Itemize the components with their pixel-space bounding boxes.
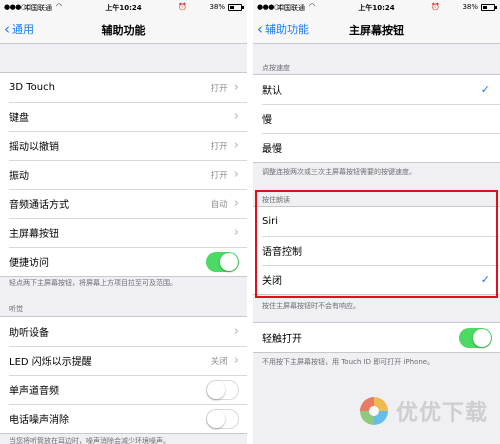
battery-percent: 38% xyxy=(209,3,225,11)
click-speed-footer: 调整连按两次或三次主屏幕按钮需要的按键速度。 xyxy=(262,168,416,176)
nav-bar: ‹ 辅助功能 主屏幕按钮 xyxy=(253,14,500,44)
row-value: 自动 xyxy=(210,199,228,210)
alarm-icon: ⏰ xyxy=(431,3,440,11)
row-label: 慢 xyxy=(262,115,272,126)
row-label: 语音控制 xyxy=(262,247,302,258)
row-label: Siri xyxy=(262,216,279,227)
reachability-toggle[interactable] xyxy=(206,251,239,272)
chevron-right-icon: › xyxy=(233,225,239,240)
row-home-button[interactable]: 主屏幕按钮 › xyxy=(0,218,247,247)
chevron-right-icon: › xyxy=(233,167,239,182)
row-label: 键盘 xyxy=(9,113,29,124)
row-label: 主屏幕按钮 xyxy=(9,229,59,240)
speed-option-slow[interactable]: 慢 xyxy=(253,104,500,133)
mono-audio-toggle[interactable] xyxy=(206,379,239,400)
alarm-icon: ⏰ xyxy=(178,3,187,11)
noise-cancellation-toggle[interactable] xyxy=(206,408,239,429)
hold-option-voice-control[interactable]: 语音控制 xyxy=(253,236,500,265)
hearing-section-header: 听觉 xyxy=(9,305,23,313)
row-vibration[interactable]: 振动 打开 › xyxy=(0,160,247,189)
page-title: 辅助功能 xyxy=(101,24,146,37)
row-label: 单声道音频 xyxy=(9,386,59,397)
speed-option-default[interactable]: 默认 ✓ xyxy=(253,75,500,104)
row-value: 打开 xyxy=(210,170,228,181)
row-label: 轻触打开 xyxy=(262,334,302,345)
chevron-right-icon: › xyxy=(233,80,239,95)
chevron-right-icon: › xyxy=(233,109,239,124)
speed-option-slowest[interactable]: 最慢 xyxy=(253,133,500,162)
row-label: 助听设备 xyxy=(9,328,49,339)
hold-option-siri[interactable]: Siri xyxy=(253,207,500,236)
battery-percent: 38% xyxy=(462,3,478,11)
row-value: 打开 xyxy=(210,83,228,94)
checkmark-icon: ✓ xyxy=(480,83,490,96)
checkmark-icon: ✓ xyxy=(480,273,490,286)
press-and-hold-footer: 按住主屏幕按钮时不会有响应。 xyxy=(262,302,360,310)
status-bar: ●●●○○ 中国联通 ◠ 上午10:24 ⏰ 38% xyxy=(253,0,500,14)
row-label: 默认 xyxy=(262,86,282,97)
row-label: 关闭 xyxy=(262,276,282,287)
accessibility-screen: ●●●○○ 中国联通 ◠ 上午10:24 ⏰ 38% ‹ 通用 辅助功能 3D … xyxy=(0,0,247,444)
chevron-right-icon: › xyxy=(233,324,239,339)
row-mono-audio: 单声道音频 xyxy=(0,375,247,404)
row-label: 音频通话方式 xyxy=(9,200,69,211)
page-title: 主屏幕按钮 xyxy=(349,24,404,37)
watermark: 优优下载 xyxy=(358,395,488,427)
nav-bar: ‹ 通用 辅助功能 xyxy=(0,14,247,44)
rest-finger-group: 轻触打开 xyxy=(253,322,500,353)
hold-option-off[interactable]: 关闭 ✓ xyxy=(253,265,500,294)
row-label: 振动 xyxy=(9,171,29,182)
chevron-right-icon: › xyxy=(233,353,239,368)
row-keyboard[interactable]: 键盘 › xyxy=(0,102,247,131)
interaction-group: 3D Touch 打开 › 键盘 › 摇动以撤销 打开 › 振动 打开 › 音频… xyxy=(0,72,247,277)
row-reachability: 便捷访问 xyxy=(0,247,247,276)
watermark-logo-icon xyxy=(359,397,388,425)
chevron-right-icon: › xyxy=(233,138,239,153)
hearing-group: 助听设备 › LED 闪烁以示提醒 关闭 › 单声道音频 电话噪声消除 xyxy=(0,316,247,434)
row-label: 3D Touch xyxy=(9,82,55,93)
watermark-text: 优优下载 xyxy=(395,401,488,426)
row-value: 打开 xyxy=(210,141,228,152)
chevron-right-icon: › xyxy=(233,196,239,211)
row-label: 摇动以撤销 xyxy=(9,142,59,153)
row-value: 关闭 xyxy=(210,356,228,367)
row-noise-cancellation: 电话噪声消除 xyxy=(0,404,247,433)
row-call-audio-routing[interactable]: 音频通话方式 自动 › xyxy=(0,189,247,218)
click-speed-header: 点按速度 xyxy=(262,64,290,72)
reachability-footer: 轻点两下主屏幕按钮，将屏幕上方项目拉至可及范围。 xyxy=(9,279,177,287)
battery-icon xyxy=(481,4,497,11)
row-label: LED 闪烁以示提醒 xyxy=(9,357,92,368)
row-shake-to-undo[interactable]: 摇动以撤销 打开 › xyxy=(0,131,247,160)
battery-icon xyxy=(228,4,244,11)
click-speed-group: 默认 ✓ 慢 最慢 xyxy=(253,74,500,163)
row-3d-touch[interactable]: 3D Touch 打开 › xyxy=(0,73,247,102)
row-hearing-devices[interactable]: 助听设备 › xyxy=(0,317,247,346)
press-and-hold-group: Siri 语音控制 关闭 ✓ xyxy=(253,206,500,295)
row-label: 便捷访问 xyxy=(9,258,49,269)
rest-finger-footer: 不用按下主屏幕按钮，用 Touch ID 即可打开 iPhone。 xyxy=(262,358,435,366)
rest-finger-toggle[interactable] xyxy=(459,327,492,348)
noise-footer: 当您将听筒放在耳边时，噪声消除会减少环境噪声。 xyxy=(9,437,170,444)
row-led-flash[interactable]: LED 闪烁以示提醒 关闭 › xyxy=(0,346,247,375)
row-rest-finger-to-open: 轻触打开 xyxy=(253,323,500,352)
status-bar: ●●●○○ 中国联通 ◠ 上午10:24 ⏰ 38% xyxy=(0,0,247,14)
row-label: 最慢 xyxy=(262,144,282,155)
home-button-screen: ●●●○○ 中国联通 ◠ 上午10:24 ⏰ 38% ‹ 辅助功能 主屏幕按钮 … xyxy=(253,0,500,444)
press-and-hold-header: 按住朗读 xyxy=(262,196,290,204)
row-label: 电话噪声消除 xyxy=(9,415,69,426)
